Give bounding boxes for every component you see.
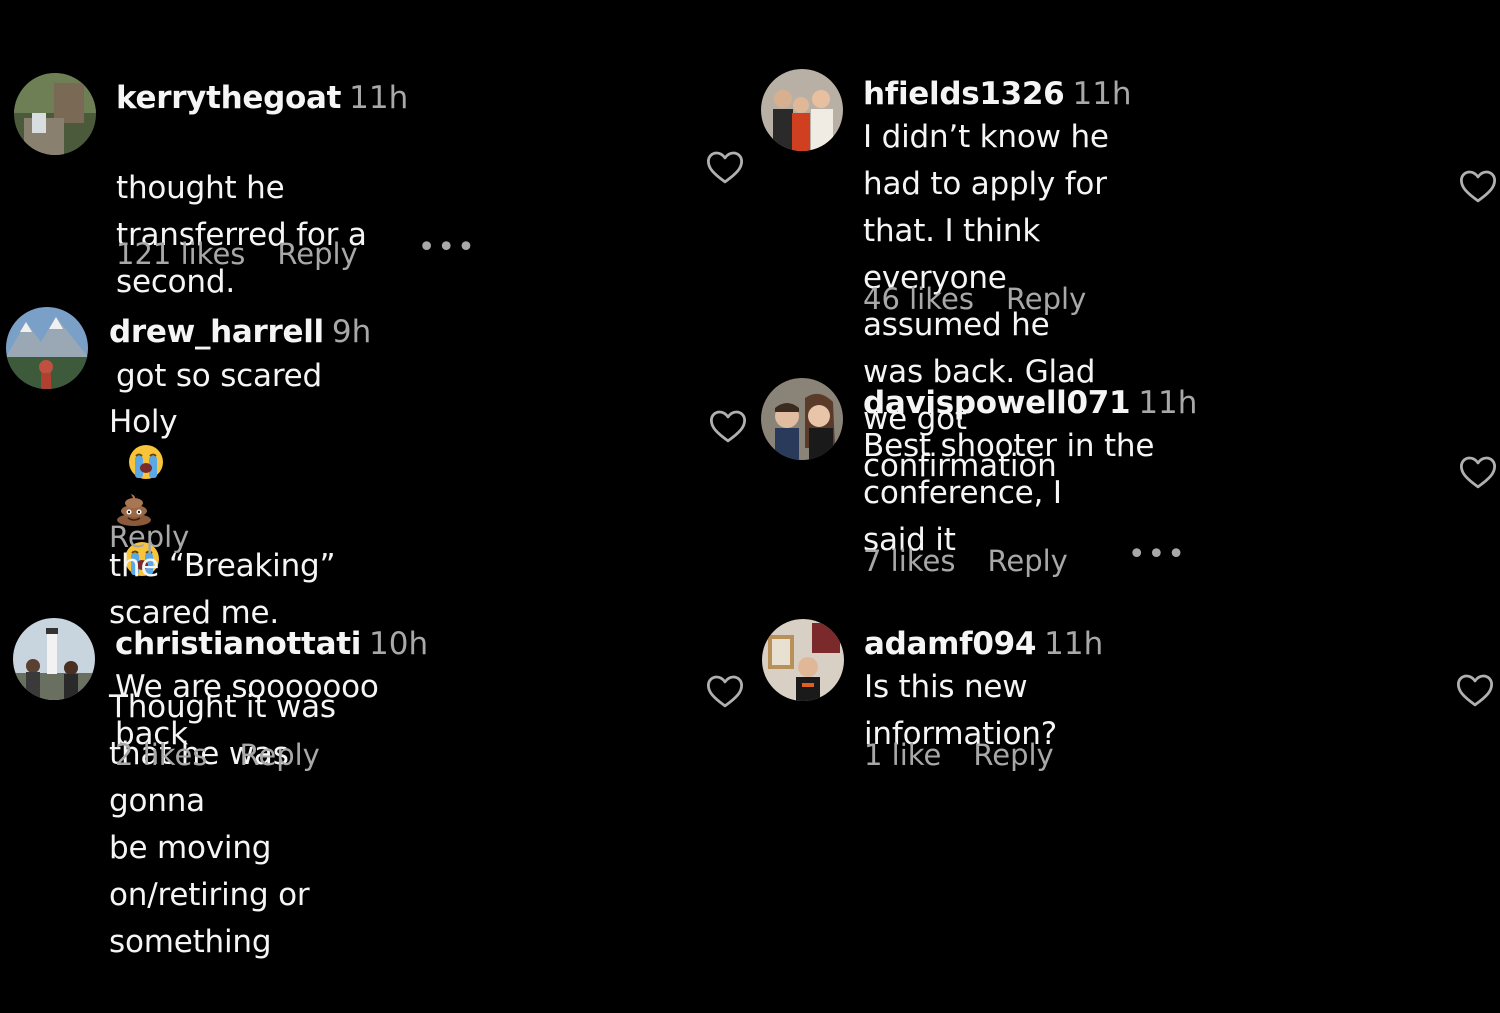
reply-button[interactable]: Reply [277,237,357,271]
reply-button[interactable]: Reply [109,520,189,554]
comment-text-fragment: the “Breaking” scared me. [109,548,336,631]
username[interactable]: davispowell071 [863,385,1131,421]
reply-button[interactable]: Reply [988,544,1068,578]
more-options-icon[interactable]: ••• [1128,537,1187,572]
avatar[interactable] [13,618,95,700]
timestamp: 11h [349,80,409,116]
likes-count[interactable]: 1 like [864,738,941,772]
likes-count[interactable]: 46 likes [863,282,974,316]
avatar[interactable] [762,619,844,701]
reply-button[interactable]: Reply [1006,282,1086,316]
username[interactable]: kerrythegoat [116,80,341,116]
timestamp: 11h [1072,76,1132,112]
avatar[interactable] [14,73,96,155]
avatar[interactable] [6,307,88,389]
timestamp: 11h [1044,626,1104,662]
likes-count[interactable]: 121 likes [116,237,245,271]
likes-count[interactable]: 2 likes [115,738,208,772]
timestamp: 11h [1138,385,1198,421]
username[interactable]: hfields1326 [863,76,1065,112]
heart-icon[interactable] [1457,165,1499,207]
avatar[interactable] [761,378,843,460]
timestamp: 10h [369,626,429,662]
comment-text-fragment: Holy [109,404,178,440]
reply-button[interactable]: Reply [240,738,320,772]
reply-button[interactable]: Reply [973,738,1053,772]
heart-icon[interactable] [1457,451,1499,493]
timestamp: 9h [331,314,372,350]
avatar[interactable] [761,69,843,151]
username[interactable]: drew_harrell [109,314,324,350]
heart-icon[interactable] [704,146,746,188]
heart-icon[interactable] [704,670,746,712]
username[interactable]: christianottati [115,626,361,662]
username[interactable]: adamf094 [864,626,1036,662]
likes-count[interactable]: 7 likes [863,544,956,578]
more-options-icon[interactable]: ••• [418,230,477,265]
heart-icon[interactable] [1454,669,1496,711]
heart-icon[interactable] [707,405,749,447]
